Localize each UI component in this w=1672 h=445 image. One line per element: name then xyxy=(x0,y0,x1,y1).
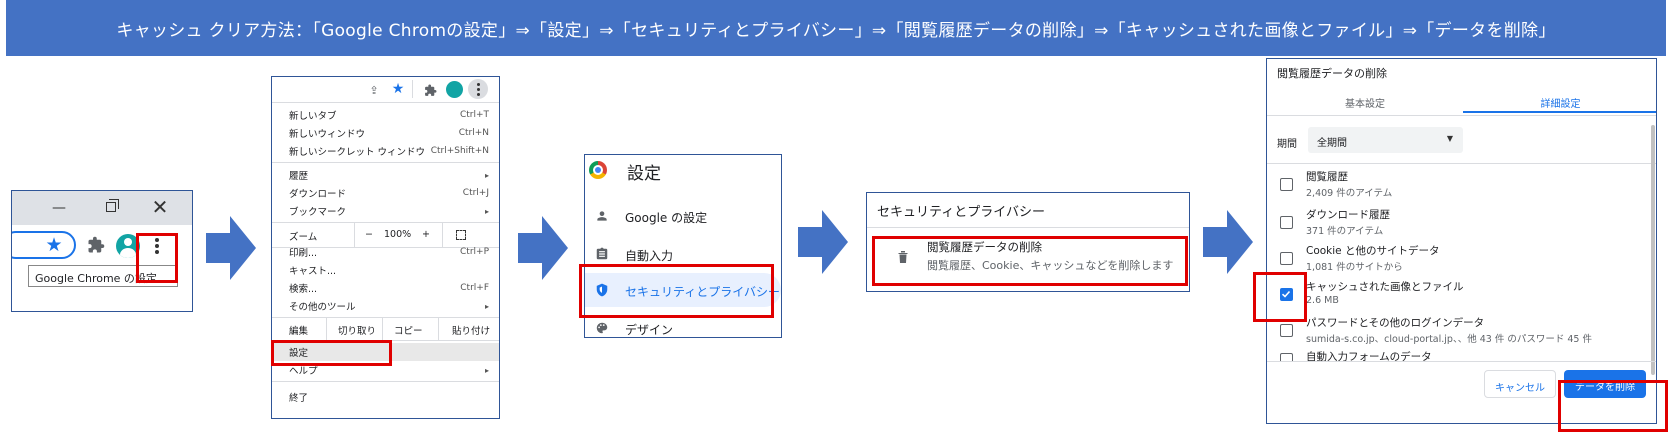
menu-item-exit[interactable]: 終了 xyxy=(272,388,499,406)
option-passwords[interactable]: パスワードとその他のログインデータ sumida-s.co.jp、cloud-p… xyxy=(1267,311,1637,349)
share-icon[interactable]: ⇪ xyxy=(366,82,382,98)
person-icon xyxy=(595,209,609,223)
extensions-icon[interactable] xyxy=(422,82,438,98)
option-history[interactable]: 閲覧履歴 2,409 件のアイテム xyxy=(1267,165,1637,203)
menu-item-print[interactable]: 印刷... Ctrl+P xyxy=(272,243,499,261)
arrow-icon-2 xyxy=(518,216,568,280)
minimize-icon[interactable]: — xyxy=(48,197,70,219)
edit-row: 編集 切り取り コピー 貼り付け xyxy=(272,318,499,340)
security-header: セキュリティとプライバシー xyxy=(877,205,1045,220)
cancel-button[interactable]: キャンセル xyxy=(1484,370,1556,398)
option-cookies[interactable]: Cookie と他のサイトデータ 1,081 件のサイトから xyxy=(1267,239,1637,277)
arrow-icon-3 xyxy=(798,210,848,274)
highlight-security xyxy=(579,264,774,318)
extensions-icon[interactable] xyxy=(84,233,108,257)
menu-item-history[interactable]: 履歴 ▸ xyxy=(272,166,499,184)
chrome-logo-icon xyxy=(589,161,607,179)
period-label: 期間 xyxy=(1277,139,1297,150)
arrow-icon-4 xyxy=(1203,210,1253,274)
highlight-cache-checkbox xyxy=(1253,272,1307,322)
checkbox-downloads[interactable] xyxy=(1280,216,1293,229)
highlight-menu-button xyxy=(136,233,178,283)
period-select[interactable]: 全期間 ▼ xyxy=(1308,127,1463,153)
arrow-icon-1 xyxy=(206,216,256,280)
dialog-title: 閲覧履歴データの削除 xyxy=(1277,67,1387,80)
zoom-in-button[interactable]: + xyxy=(422,229,430,240)
zoom-out-button[interactable]: − xyxy=(365,229,373,240)
zoom-value: 100% xyxy=(384,229,412,240)
menu-item-new-tab[interactable]: 新しいタブ Ctrl+T xyxy=(272,106,499,124)
menu-item-bookmarks[interactable]: ブックマーク ▸ xyxy=(272,202,499,220)
option-cache[interactable]: キャッシュされた画像とファイル 2.6 MB xyxy=(1267,275,1637,313)
step5-clear-data-dialog: 閲覧履歴データの削除 基本設定 詳細設定 期間 全期間 ▼ 閲覧履歴 2,409… xyxy=(1266,58,1657,424)
tab-advanced[interactable]: 詳細設定 xyxy=(1463,89,1656,113)
settings-item-google[interactable]: Google の設定 xyxy=(585,199,781,233)
scrollbar[interactable] xyxy=(1651,125,1655,375)
bookmark-star-icon[interactable]: ★ xyxy=(42,233,66,257)
kebab-menu-icon[interactable] xyxy=(468,79,488,99)
checkbox-history[interactable] xyxy=(1280,178,1293,191)
menu-toolbar xyxy=(272,77,499,103)
menu-item-cast[interactable]: キャスト... xyxy=(272,261,499,279)
edit-label: 編集 xyxy=(289,326,309,337)
menu-item-more-tools[interactable]: その他のツール ▸ xyxy=(272,297,499,315)
copy-button[interactable]: コピー xyxy=(394,323,423,337)
close-icon[interactable]: ✕ xyxy=(148,195,172,219)
menu-item-new-window[interactable]: 新しいウィンドウ Ctrl+N xyxy=(272,124,499,142)
clipboard-icon xyxy=(595,247,609,261)
highlight-settings xyxy=(271,340,392,366)
option-downloads[interactable]: ダウンロード履歴 371 件のアイテム xyxy=(1267,203,1637,241)
tab-basic[interactable]: 基本設定 xyxy=(1267,89,1463,113)
checkbox-passwords[interactable] xyxy=(1280,324,1293,337)
menu-item-incognito[interactable]: 新しいシークレット ウィンドウ Ctrl+Shift+N xyxy=(272,142,499,160)
instruction-banner: キャッシュ クリア方法：「Google Chromの設定」⇒「設定」⇒「セキュリ… xyxy=(6,0,1666,56)
banner-text: キャッシュ クリア方法：「Google Chromの設定」⇒「設定」⇒「セキュリ… xyxy=(116,20,1556,41)
settings-title: 設定 xyxy=(627,164,661,184)
menu-item-find[interactable]: 検索... Ctrl+F xyxy=(272,279,499,297)
bookmark-star-icon[interactable]: ★ xyxy=(390,81,406,97)
avatar[interactable] xyxy=(446,81,463,98)
menu-item-downloads[interactable]: ダウンロード Ctrl+J xyxy=(272,184,499,202)
checkbox-cookies[interactable] xyxy=(1280,252,1293,265)
highlight-delete-button xyxy=(1558,380,1668,432)
highlight-clear-data xyxy=(872,236,1188,286)
palette-icon xyxy=(595,321,609,335)
cut-button[interactable]: 切り取り xyxy=(338,323,376,337)
checkbox-autofill[interactable] xyxy=(1280,353,1293,361)
step2-chrome-menu: ⇪ ★ 新しいタブ Ctrl+T 新しいウィンドウ Ctrl+N 新しいシークレット… xyxy=(271,76,500,419)
fullscreen-icon[interactable] xyxy=(456,230,466,240)
option-autofill[interactable]: 自動入力フォームのデータ xyxy=(1267,347,1637,361)
zoom-label: ズーム xyxy=(289,232,318,243)
paste-button[interactable]: 貼り付け xyxy=(452,323,490,337)
chevron-down-icon: ▼ xyxy=(1446,134,1453,143)
